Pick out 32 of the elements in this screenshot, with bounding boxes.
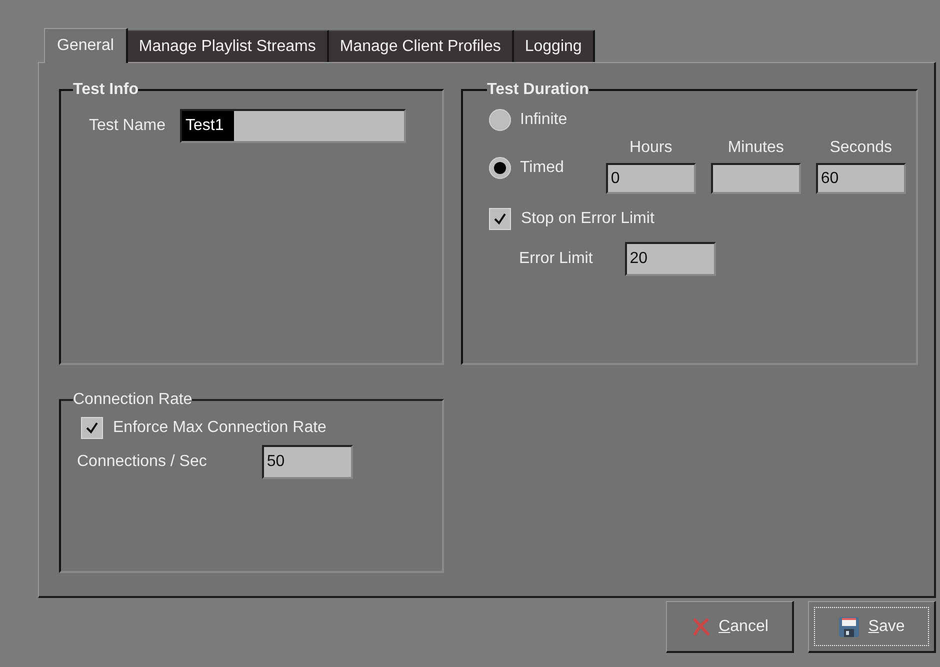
field-label: Test Name [89, 117, 166, 135]
save-button[interactable]: Save [808, 601, 936, 653]
group-title: Test Info [73, 81, 138, 99]
number-field[interactable] [710, 163, 801, 194]
tab[interactable]: Logging [514, 30, 595, 62]
field-label: Error Limit [519, 250, 593, 268]
checkbox-label: Stop on Error Limit [521, 210, 654, 228]
cancel-button[interactable]: Cancel [666, 601, 794, 653]
tab[interactable]: General [44, 28, 128, 63]
field-label: Minutes [728, 138, 784, 158]
checkbox[interactable] [489, 208, 511, 230]
number-field[interactable]: 0 [606, 163, 696, 194]
radio-label: Timed [520, 158, 564, 178]
number-field[interactable]: 60 [816, 163, 906, 194]
tab[interactable]: Manage Client Profiles [328, 30, 514, 62]
text-field[interactable]: Test1 [180, 109, 406, 143]
group-title: Connection Rate [73, 391, 192, 409]
radio-button[interactable] [489, 109, 511, 131]
field-label: Hours [630, 138, 672, 158]
group-title: Test Duration [487, 81, 589, 99]
radio-label: Infinite [520, 110, 568, 130]
radio-button[interactable] [489, 157, 511, 179]
tab[interactable]: Manage Playlist Streams [128, 30, 329, 62]
number-field[interactable]: 50 [262, 445, 353, 479]
checkbox-label: Enforce Max Connection Rate [113, 419, 326, 437]
check-icon [493, 212, 507, 226]
number-field[interactable]: 20 [624, 242, 716, 276]
checkbox[interactable] [81, 417, 103, 439]
field-label: Seconds [830, 138, 892, 158]
field-label: Connections / Sec [77, 453, 207, 471]
check-icon [85, 421, 99, 435]
x-mark-icon [690, 616, 711, 636]
